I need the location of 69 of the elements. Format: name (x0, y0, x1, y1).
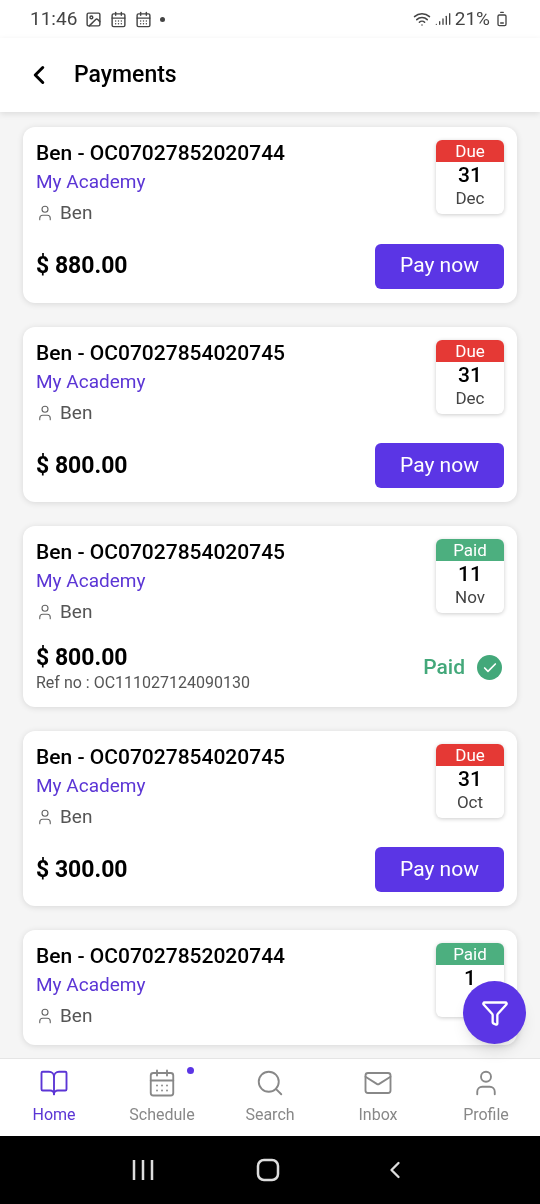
calendar-icon (110, 10, 128, 28)
person-icon (36, 603, 54, 622)
book-icon (39, 1068, 69, 1098)
status-label: Due (436, 140, 504, 162)
academy-name: My Academy (36, 972, 147, 998)
page-title: Payments (74, 59, 177, 90)
paid-status: Paid (423, 653, 465, 681)
nav-tab[interactable]: Home (0, 1059, 108, 1136)
invoice-title: Ben - OC07027854020745 (36, 339, 286, 367)
due-month: Nov (455, 587, 485, 607)
payment-card[interactable]: Ben - OC07027854020745 My Academy Ben Due 31 Dec $ 800.00 Pay now (23, 326, 517, 502)
status-label: Due (436, 339, 504, 362)
payment-card[interactable]: Ben - OC07027852020744 My Academy Ben Due 31 Dec $ 880.00 Pay now (23, 127, 517, 303)
due-day: 31 (458, 361, 482, 388)
pay-now-button[interactable]: Pay now (375, 243, 504, 289)
invoice-title: Ben - OC07027852020744 (36, 943, 286, 970)
due-day: 31 (458, 765, 482, 792)
search-icon (255, 1068, 285, 1098)
person-icon (36, 204, 54, 223)
student-name: Ben (60, 200, 93, 226)
wifi-icon (412, 10, 431, 28)
academy-name: My Academy (36, 169, 147, 195)
home-icon[interactable] (256, 1158, 280, 1182)
due-day: 1 (464, 965, 476, 991)
gallery-icon (85, 10, 103, 28)
amount: $ 300.00 (36, 854, 128, 885)
nav-tab[interactable]: Profile (432, 1059, 540, 1136)
payment-card[interactable]: Ben - OC07027854020745 My Academy Ben Due 31 Oct $ 300.00 Pay now (23, 730, 517, 906)
pay-now-button[interactable]: Pay now (375, 443, 504, 488)
due-month: Dec (455, 188, 485, 208)
status-label: Paid (436, 539, 504, 561)
invoice-title: Ben - OC07027854020745 (36, 743, 286, 771)
filter-icon (480, 998, 509, 1027)
nav-tab[interactable]: Schedule (108, 1059, 216, 1136)
due-day: 11 (458, 561, 482, 587)
status-time: 11:46 (30, 5, 78, 32)
status-label: Paid (436, 943, 504, 965)
payment-card[interactable]: Ben - OC07027854020745 My Academy Ben Paid 11 Nov $ 800.00 Ref no : OC111027124090130 Paid (23, 526, 517, 707)
invoice-title: Ben - OC07027852020744 (36, 140, 286, 167)
due-month: Dec (455, 387, 485, 408)
invoice-title: Ben - OC07027854020745 (36, 539, 286, 566)
student-name: Ben (60, 399, 93, 426)
reference-number: Ref no : OC111027124090130 (36, 672, 250, 693)
pay-now-button[interactable]: Pay now (375, 847, 504, 892)
due-day: 31 (458, 162, 482, 188)
amount: $ 880.00 (36, 251, 128, 281)
person-icon (36, 403, 54, 422)
recent-apps-icon[interactable] (130, 1159, 155, 1181)
person-icon (36, 807, 54, 826)
person-icon (36, 1007, 54, 1026)
signal-icon (434, 11, 451, 27)
check-icon (477, 655, 502, 680)
academy-name: My Academy (36, 568, 147, 594)
battery-icon (494, 11, 510, 27)
amount: $ 800.00 (36, 450, 128, 481)
calendar-icon (135, 10, 153, 28)
nav-tab[interactable]: Inbox (324, 1059, 432, 1136)
calendar-icon (147, 1068, 177, 1098)
amount: $ 800.00 (36, 642, 129, 673)
status-label: Due (436, 743, 504, 766)
student-name: Ben (60, 1003, 93, 1029)
student-name: Ben (60, 599, 93, 625)
student-name: Ben (60, 803, 93, 830)
payment-card[interactable]: Ben - OC07027852020744 My Academy Ben Paid 1 (23, 930, 517, 1045)
nav-tab[interactable]: Search (216, 1059, 324, 1136)
due-month: Oct (456, 791, 484, 812)
battery-level: 21% (454, 5, 490, 32)
academy-name: My Academy (36, 772, 147, 799)
academy-name: My Academy (36, 368, 147, 395)
